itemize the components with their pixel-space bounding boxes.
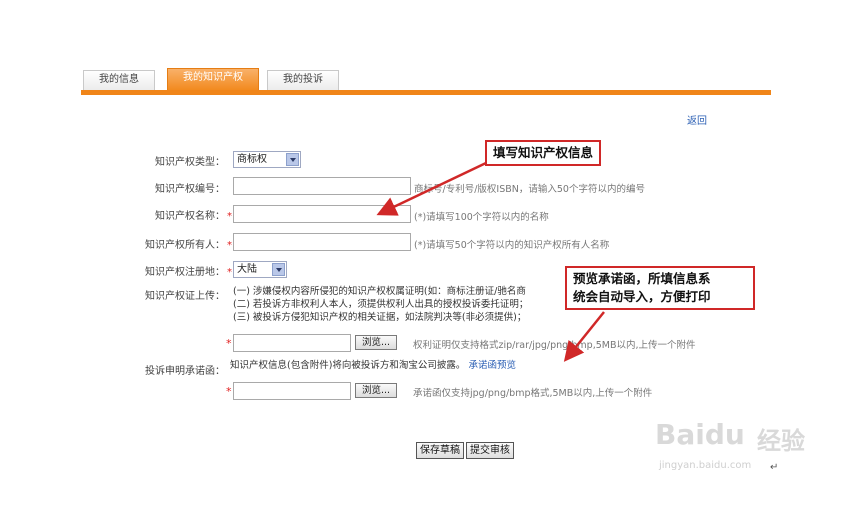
watermark-brand: Baidu [655,418,745,451]
watermark-cn: 经验 [757,427,805,455]
save-draft-button[interactable]: 保存草稿 [416,442,464,459]
submit-review-button[interactable]: 提交审核 [466,442,514,459]
callout-preview-line-2: 统会自动导入，方便打印 [573,289,711,304]
callout-preview: 预览承诺函，所填信息系 统会自动导入，方便打印 [565,266,755,310]
watermark-brand-1: Bai [655,418,705,451]
arrow-to-name-field [376,161,487,216]
arrow-to-preview-link [563,311,605,362]
callout-fill-info: 填写知识产权信息 [485,140,602,166]
watermark-brand-2: du [704,418,745,451]
callout-preview-line-1: 预览承诺函，所填信息系 [573,271,711,286]
watermark-url: jingyan.baidu.com [659,460,752,471]
return-mark: ↵ [770,462,779,473]
